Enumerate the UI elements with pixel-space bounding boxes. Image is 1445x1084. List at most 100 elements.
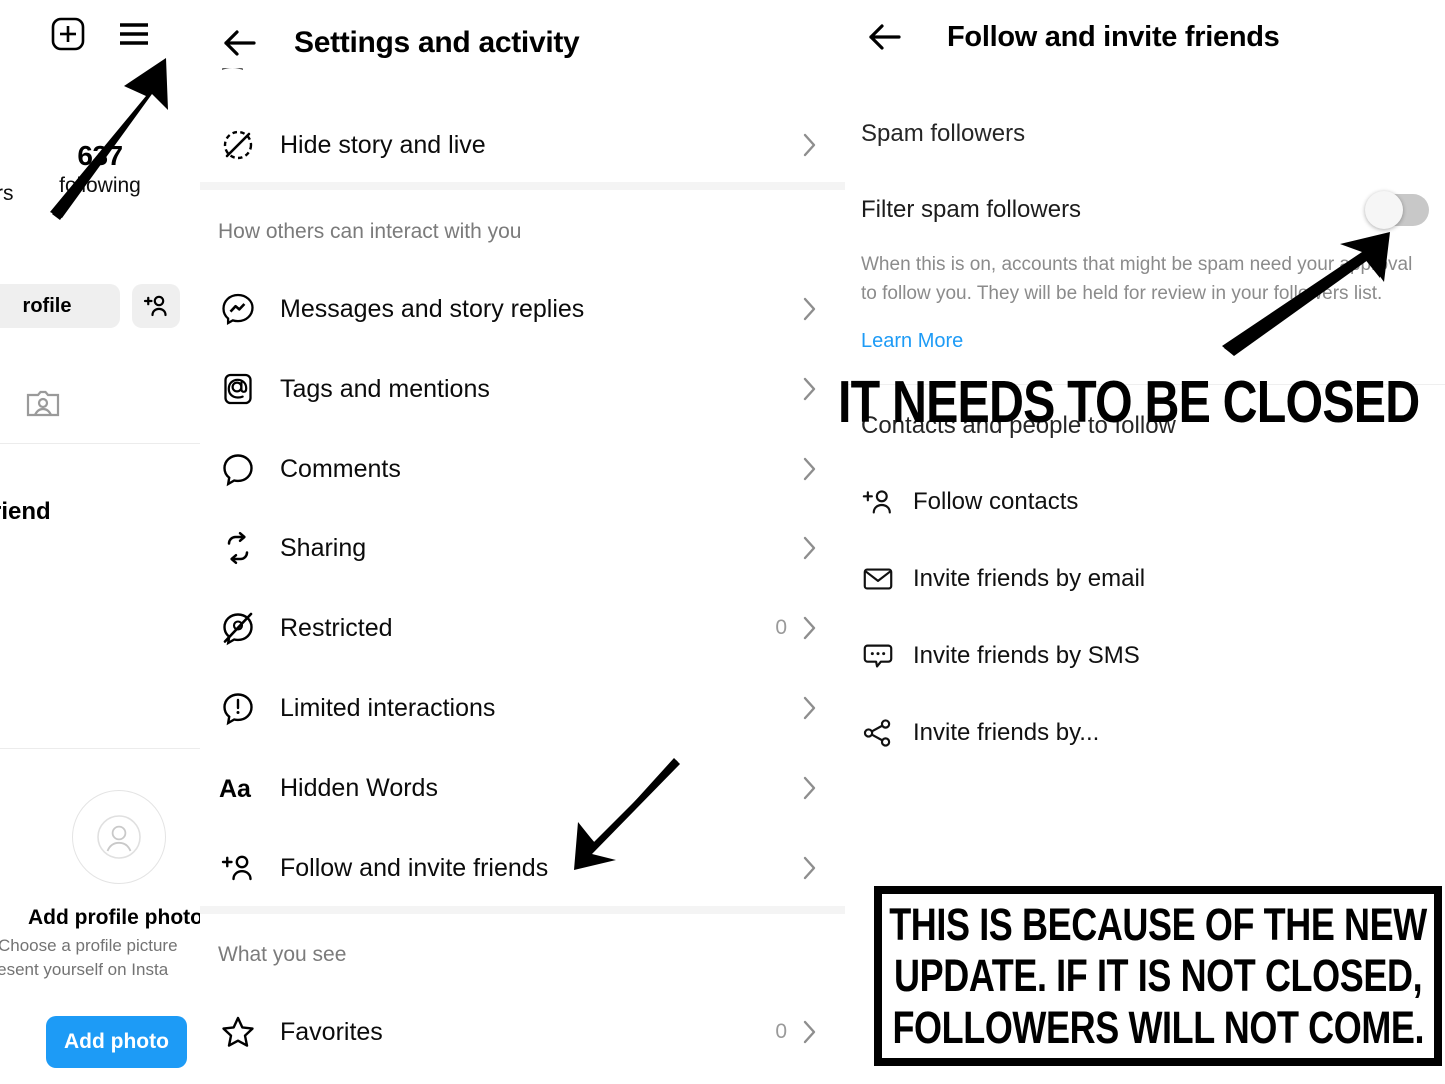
follow-and-invite-friends-panel: Follow and invite friends Spam followers… <box>845 0 1445 1084</box>
add-profile-photo-title: Add profile photo <box>28 906 200 929</box>
person-add-icon <box>218 848 258 888</box>
comment-bubble-icon <box>218 449 258 489</box>
list-item-label: Invite friends by email <box>913 565 1146 592</box>
sms-bubble-icon <box>861 639 899 673</box>
edit-profile-label: rofile <box>22 294 72 317</box>
back-arrow-icon[interactable] <box>218 21 262 65</box>
list-item[interactable]: Messages and story replies <box>200 280 845 338</box>
settings-and-activity-panel: Settings and activity ⁀ Hide story and l… <box>200 0 845 1084</box>
list-item-invite-by-sms[interactable]: Invite friends by SMS <box>845 632 1445 680</box>
list-item-label: Messages and story replies <box>280 294 585 323</box>
list-item-follow-and-invite-friends[interactable]: Follow and invite friends <box>200 839 845 897</box>
section-header-spam-followers: Spam followers <box>861 120 1026 147</box>
share-nodes-icon <box>861 716 899 750</box>
clipped-row-above: ⁀ <box>222 68 243 82</box>
list-item-label: Restricted <box>280 613 393 642</box>
edit-profile-button[interactable]: rofile <box>0 284 120 328</box>
chevron-right-icon <box>801 854 819 882</box>
list-item-label: Favorites <box>280 1017 383 1046</box>
list-item-label: Sharing <box>280 533 367 562</box>
envelope-icon <box>861 562 899 596</box>
following-label: following <box>59 174 141 197</box>
chevron-right-icon <box>801 774 819 802</box>
chevron-right-icon <box>801 295 819 323</box>
chevron-right-icon <box>801 375 819 403</box>
list-item-label: Limited interactions <box>280 693 496 722</box>
at-mention-icon <box>218 369 258 409</box>
list-item-label: Follow contacts <box>913 488 1079 515</box>
section-separator-band <box>200 182 845 190</box>
share-repost-icon <box>218 528 258 568</box>
svg-text:Aa: Aa <box>219 775 252 803</box>
list-item[interactable]: Aa Hidden Words <box>200 759 845 817</box>
settings-header: Settings and activity <box>200 10 845 76</box>
new-post-icon[interactable] <box>48 14 88 54</box>
section-header-interact: How others can interact with you <box>218 220 522 243</box>
filter-spam-followers-toggle[interactable] <box>1365 191 1429 229</box>
hidden-words-icon: Aa <box>218 768 258 808</box>
divider <box>0 443 200 444</box>
list-item[interactable]: Restricted 0 <box>200 599 845 657</box>
list-item[interactable]: Sharing <box>200 519 845 577</box>
divider <box>0 748 200 749</box>
page-title: Settings and activity <box>294 26 580 59</box>
list-item[interactable]: Hide story and live <box>200 116 845 174</box>
person-add-icon <box>861 485 899 519</box>
list-item-invite-by-other[interactable]: Invite friends by... <box>845 709 1445 757</box>
list-item[interactable]: Tags and mentions <box>200 360 845 418</box>
chevron-right-icon <box>801 694 819 722</box>
followers-label-cropped: rs <box>0 182 14 205</box>
filter-spam-followers-row[interactable]: Filter spam followers <box>845 190 1445 230</box>
add-profile-photo-line2: present yourself on Insta <box>0 960 169 979</box>
chevron-right-icon <box>801 455 819 483</box>
list-item-label: Invite friends by... <box>913 719 1100 746</box>
profile-panel-cropped: 637 following rs rofile <box>0 0 200 1084</box>
friend-heading-cropped: a friend <box>0 498 51 525</box>
chevron-right-icon <box>801 131 819 159</box>
list-item-label: Follow and invite friends <box>280 853 549 882</box>
list-item[interactable]: Comments <box>200 440 845 498</box>
chevron-right-icon <box>801 534 819 562</box>
limited-interactions-icon <box>218 688 258 728</box>
list-item-label: Tags and mentions <box>280 374 490 403</box>
section-header-what-you-see: What you see <box>218 943 347 966</box>
hamburger-menu-icon[interactable] <box>114 14 154 54</box>
section-header-contacts-and-people: Contacts and people to follow <box>861 412 1176 439</box>
following-stat[interactable]: 637 following <box>0 140 200 198</box>
list-item[interactable]: Limited interactions <box>200 679 845 737</box>
learn-more-link[interactable]: Learn More <box>861 330 963 353</box>
person-add-icon <box>143 295 167 317</box>
chevron-right-icon <box>801 1018 819 1046</box>
list-item-follow-contacts[interactable]: Follow contacts <box>845 478 1445 526</box>
profile-top-actions <box>48 14 154 54</box>
list-item-label: Hidden Words <box>280 773 438 802</box>
section-separator-band <box>200 906 845 914</box>
tagged-photos-icon[interactable] <box>24 386 62 429</box>
person-icon <box>97 815 141 859</box>
filter-spam-followers-label: Filter spam followers <box>861 196 1082 223</box>
add-profile-photo-line1: Choose a profile picture <box>0 936 178 955</box>
list-item-label: Comments <box>280 454 401 483</box>
star-icon <box>218 1012 258 1052</box>
follow-invite-header: Follow and invite friends <box>845 8 1445 66</box>
list-item-count: 0 <box>775 1020 787 1043</box>
avatar-placeholder[interactable] <box>72 790 166 884</box>
chevron-right-icon <box>801 614 819 642</box>
messenger-icon <box>218 289 258 329</box>
list-item-label: Invite friends by SMS <box>913 642 1140 669</box>
discover-people-button[interactable] <box>132 284 180 328</box>
toggle-knob <box>1365 191 1403 229</box>
following-count: 637 <box>77 140 123 171</box>
list-item-count: 0 <box>775 616 787 639</box>
list-item-label: Hide story and live <box>280 130 486 159</box>
back-arrow-icon[interactable] <box>863 15 907 59</box>
restricted-icon <box>218 608 258 648</box>
add-photo-button[interactable]: Add photo <box>46 1016 187 1068</box>
list-item-invite-by-email[interactable]: Invite friends by email <box>845 555 1445 603</box>
screenshot-root: 637 following rs rofile <box>0 0 1445 1084</box>
filter-spam-description: When this is on, accounts that might be … <box>861 254 1413 305</box>
divider <box>845 384 1445 385</box>
hide-story-icon <box>218 125 258 165</box>
list-item[interactable]: Favorites 0 <box>200 1003 845 1061</box>
profile-action-buttons: rofile <box>0 284 180 328</box>
